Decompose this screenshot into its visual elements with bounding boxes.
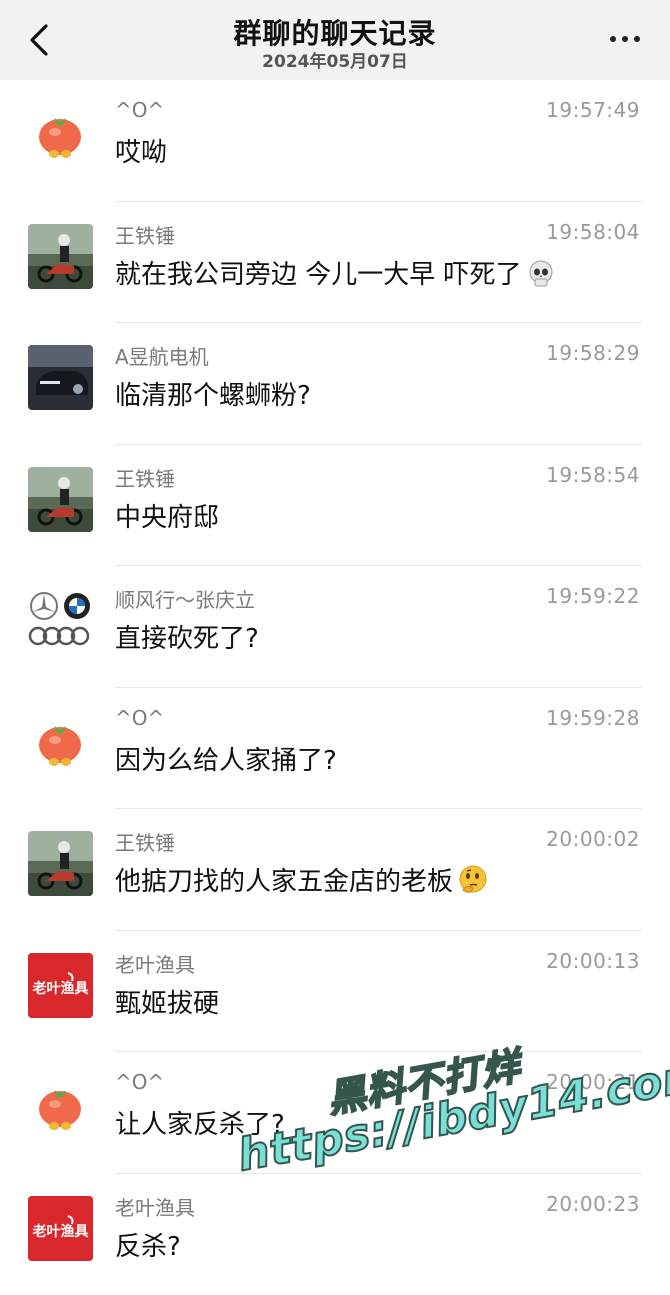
message-text: 就在我公司旁边 今儿一大早 吓死了 (115, 254, 556, 296)
avatar-shop[interactable]: 老叶渔具 (28, 953, 93, 1018)
message-text: 中央府邸 (115, 497, 219, 534)
motorcycle-rider-avatar-icon (28, 467, 93, 532)
tomato-avatar-icon (28, 102, 93, 167)
sender-name: 王铁锤 (115, 220, 175, 249)
message-row[interactable]: ^O^ 20:00:21 让人家反杀了? (0, 1052, 670, 1174)
svg-text:老叶渔具: 老叶渔具 (33, 1223, 89, 1240)
avatar-tomato[interactable] (28, 102, 93, 167)
avatar-carlogos[interactable] (28, 588, 93, 653)
message-row[interactable]: 王铁锤 20:00:02 他掂刀找的人家五金店的老板 (0, 809, 670, 931)
page-title: 群聊的聊天记录 (0, 12, 670, 52)
sender-name: 老叶渔具 (115, 949, 195, 978)
message-row[interactable]: 王铁锤 19:58:04 就在我公司旁边 今儿一大早 吓死了 (0, 202, 670, 324)
ellipsis-icon (610, 36, 616, 42)
message-time: 20:00:13 (546, 949, 640, 973)
message-time: 19:59:28 (546, 706, 640, 730)
sender-name: ^O^ (115, 98, 164, 122)
avatar-tomato[interactable] (28, 1074, 93, 1139)
message-text: 因为么给人家捅了? (115, 740, 337, 777)
more-button[interactable] (610, 36, 640, 42)
message-text-content: 就在我公司旁边 今儿一大早 吓死了 (115, 260, 522, 290)
avatar-shop[interactable]: 老叶渔具 (28, 1196, 93, 1261)
message-time: 19:59:22 (546, 584, 640, 608)
shop-logo-avatar-icon: 老叶渔具 (28, 1196, 93, 1261)
car-avatar-icon (28, 345, 93, 410)
avatar-rider[interactable] (28, 467, 93, 532)
sender-name: 王铁锤 (115, 827, 175, 856)
message-row[interactable]: 顺风行～张庆立 19:59:22 直接砍死了? (0, 566, 670, 688)
message-row[interactable]: 老叶渔具 老叶渔具 20:00:13 甄姬拔硬 (0, 931, 670, 1053)
sender-name: 顺风行～张庆立 (115, 584, 255, 613)
message-text-content: 他掂刀找的人家五金店的老板 (115, 867, 453, 897)
sender-name: A昱航电机 (115, 341, 209, 370)
message-time: 20:00:21 (546, 1070, 640, 1094)
thinking-face-emoji-icon (457, 864, 489, 903)
motorcycle-rider-avatar-icon (28, 224, 93, 289)
sender-name: 王铁锤 (115, 463, 175, 492)
sender-name: ^O^ (115, 1070, 164, 1094)
message-time: 20:00:23 (546, 1192, 640, 1216)
message-text: 临清那个螺蛳粉? (115, 375, 311, 412)
sender-name: ^O^ (115, 706, 164, 730)
svg-text:老叶渔具: 老叶渔具 (33, 980, 89, 997)
motorcycle-rider-avatar-icon (28, 831, 93, 896)
message-time: 19:58:54 (546, 463, 640, 487)
message-text: 反杀? (115, 1226, 181, 1263)
tomato-avatar-icon (28, 710, 93, 775)
avatar-rider[interactable] (28, 831, 93, 896)
message-time: 19:57:49 (546, 98, 640, 122)
shop-logo-avatar-icon: 老叶渔具 (28, 953, 93, 1018)
message-time: 20:00:02 (546, 827, 640, 851)
message-row[interactable]: 王铁锤 19:58:54 中央府邸 (0, 445, 670, 567)
message-row[interactable]: ^O^ 19:57:49 哎呦 (0, 80, 670, 202)
tomato-avatar-icon (28, 1074, 93, 1139)
message-text: 哎呦 (115, 132, 167, 169)
message-row[interactable]: 老叶渔具 老叶渔具 20:00:23 反杀? (0, 1174, 670, 1295)
message-text: 直接砍死了? (115, 618, 259, 655)
message-time: 19:58:04 (546, 220, 640, 244)
avatar-car[interactable] (28, 345, 93, 410)
chat-header: 群聊的聊天记录 2024年05月07日 (0, 0, 670, 80)
message-row[interactable]: ^O^ 19:59:28 因为么给人家捅了? (0, 688, 670, 810)
skull-emoji-icon (526, 259, 556, 296)
message-text: 甄姬拔硬 (115, 983, 219, 1020)
avatar-rider[interactable] (28, 224, 93, 289)
message-row[interactable]: A昱航电机 19:58:29 临清那个螺蛳粉? (0, 323, 670, 445)
message-list: ^O^ 19:57:49 哎呦 王铁锤 19:58:04 就在我公司旁边 今儿一… (0, 80, 670, 1295)
avatar-tomato[interactable] (28, 710, 93, 775)
chat-date: 2024年05月07日 (0, 47, 670, 72)
message-time: 19:58:29 (546, 341, 640, 365)
message-text: 让人家反杀了? (115, 1104, 285, 1141)
car-logos-avatar-icon (28, 588, 93, 653)
message-text: 他掂刀找的人家五金店的老板 (115, 861, 489, 903)
sender-name: 老叶渔具 (115, 1192, 195, 1221)
